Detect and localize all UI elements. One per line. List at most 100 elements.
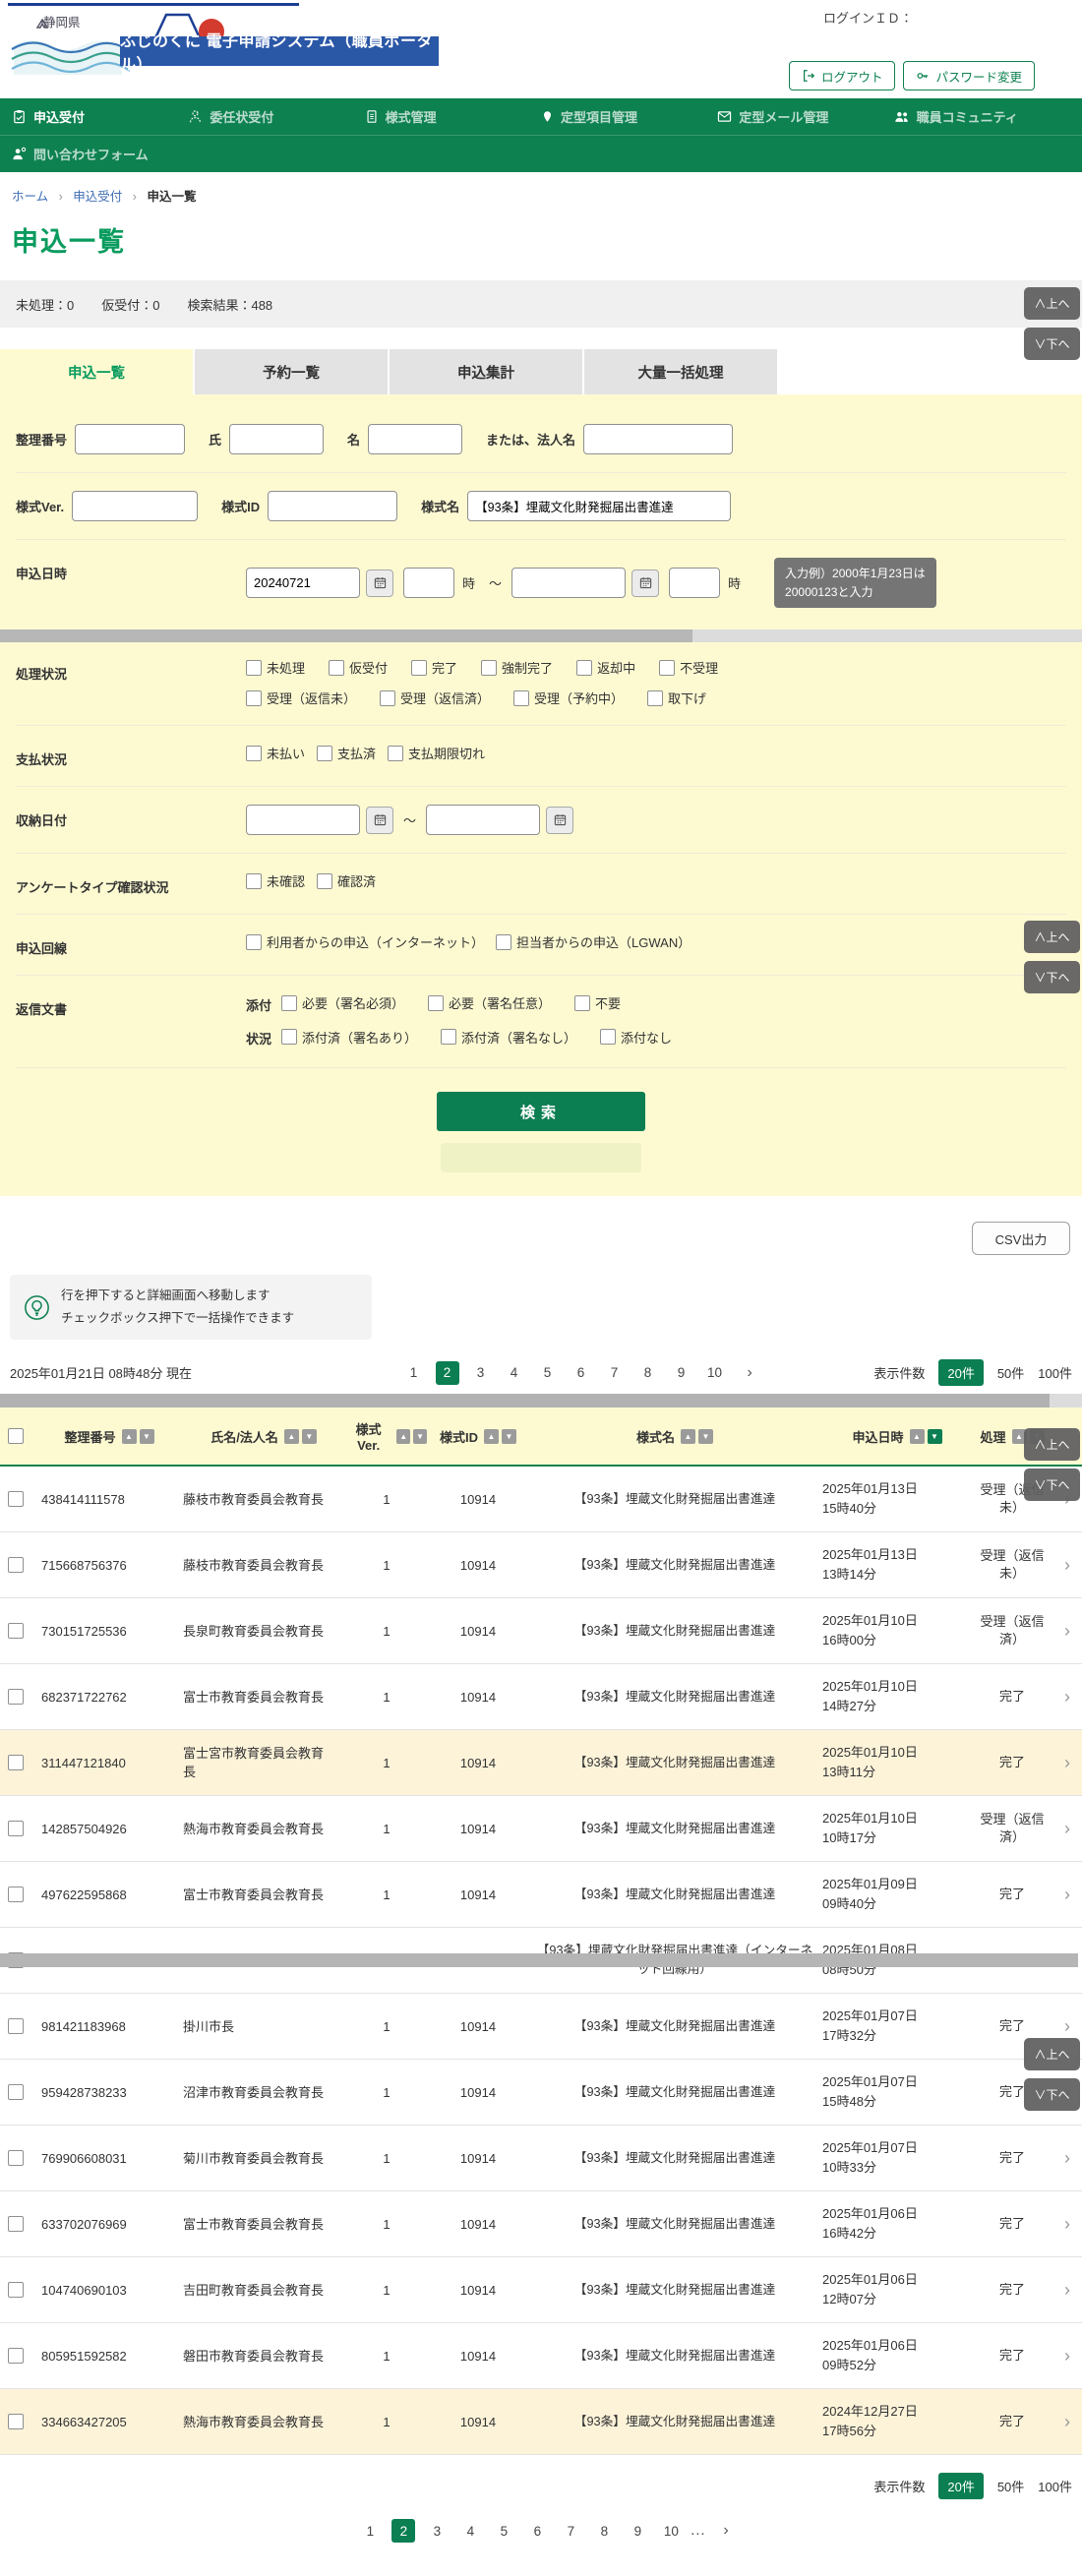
page-button-8[interactable]: 8 xyxy=(636,1361,660,1385)
checkbox[interactable] xyxy=(281,1029,297,1045)
page-button-1[interactable]: 1 xyxy=(402,1361,426,1385)
sort-desc-button[interactable]: ▼ xyxy=(140,1429,154,1444)
nav-item-youshiki-kanri[interactable]: 様式管理 xyxy=(365,107,541,126)
scroll-to-top-button[interactable]: ∧上へ xyxy=(1024,2038,1080,2070)
row-checkbox[interactable] xyxy=(8,2216,24,2232)
checkbox[interactable] xyxy=(481,660,497,676)
page-button-7[interactable]: 7 xyxy=(559,2519,582,2543)
nav-item-toiawase-form[interactable]: 問い合わせフォーム xyxy=(12,145,149,163)
checkbox[interactable] xyxy=(647,690,663,706)
checkbox-option[interactable]: 添付済（署名あり） xyxy=(281,1028,417,1047)
checkbox-option[interactable]: 担当者からの申込（LGWAN） xyxy=(496,932,691,951)
checkbox[interactable] xyxy=(388,746,403,761)
page-button-8[interactable]: 8 xyxy=(592,2519,616,2543)
sort-asc-button[interactable]: ▲ xyxy=(396,1429,410,1444)
checkbox[interactable] xyxy=(329,660,344,676)
scroll-to-bottom-button[interactable]: ∨下へ xyxy=(1024,1468,1080,1501)
checkbox-option[interactable]: 必要（署名任意） xyxy=(428,993,551,1012)
per-page-option-20件[interactable]: 20件 xyxy=(938,1359,983,1386)
checkbox[interactable] xyxy=(246,690,262,706)
checkbox[interactable] xyxy=(496,934,511,950)
row-checkbox[interactable] xyxy=(8,1557,24,1573)
scroll-to-top-button[interactable]: ∧上へ xyxy=(1024,921,1080,953)
row-checkbox[interactable] xyxy=(8,2150,24,2166)
row-checkbox[interactable] xyxy=(8,2018,24,2034)
nav-item-teikei-mail-kanri[interactable]: 定型メール管理 xyxy=(717,107,893,126)
checkbox-option[interactable]: 未払い xyxy=(246,744,305,762)
sort-asc-button[interactable]: ▲ xyxy=(122,1429,137,1444)
row-checkbox[interactable] xyxy=(8,1623,24,1639)
sort-asc-button[interactable]: ▲ xyxy=(910,1429,925,1444)
per-page-option-100件[interactable]: 100件 xyxy=(1038,2477,1072,2495)
page-button-3[interactable]: 3 xyxy=(425,2519,449,2543)
page-button-6[interactable]: 6 xyxy=(525,2519,549,2543)
scroll-to-bottom-button[interactable]: ∨下へ xyxy=(1024,328,1080,360)
youshiki-name-input[interactable] xyxy=(467,491,731,521)
table-row[interactable]: 伊東市教育委員会教育長 【93条】埋蔵文化財発掘届出書進達（インターネット回線用… xyxy=(0,1928,1082,1994)
checkbox-option[interactable]: 支払期限切れ xyxy=(388,744,485,762)
next-page-button[interactable]: › xyxy=(723,2522,728,2540)
checkbox[interactable] xyxy=(411,660,427,676)
sort-desc-button[interactable]: ▼ xyxy=(413,1429,427,1444)
checkbox-option[interactable]: 強制完了 xyxy=(481,658,553,677)
checkbox[interactable] xyxy=(428,995,444,1011)
search-button[interactable]: 検索 xyxy=(437,1092,645,1131)
table-row[interactable]: 311447121840 富士宮市教育委員会教育長 1 10914 【93条】埋… xyxy=(0,1730,1082,1796)
page-button-2[interactable]: 2 xyxy=(391,2519,415,2543)
per-page-option-20件[interactable]: 20件 xyxy=(938,2473,983,2499)
row-checkbox[interactable] xyxy=(8,2348,24,2364)
page-button-10[interactable]: 10 xyxy=(703,1361,727,1385)
checkbox-option[interactable]: 未確認 xyxy=(246,871,305,890)
scroll-to-top-button[interactable]: ∧上へ xyxy=(1024,1428,1080,1461)
apply-date-to-input[interactable] xyxy=(511,568,626,598)
scroll-to-bottom-button[interactable]: ∨下へ xyxy=(1024,2078,1080,2111)
table-row[interactable]: 959428738233 沼津市教育委員会教育長 1 10914 【93条】埋蔵… xyxy=(0,2060,1082,2126)
nav-item-teikei-koumoku-kanri[interactable]: 定型項目管理 xyxy=(541,107,717,126)
checkbox[interactable] xyxy=(574,995,590,1011)
checkbox-option[interactable]: 不受理 xyxy=(659,658,718,677)
table-row[interactable]: 438414111578 藤枝市教育委員会教育長 1 10914 【93条】埋蔵… xyxy=(0,1467,1082,1532)
horizontal-scrollbar[interactable] xyxy=(0,629,1082,642)
row-checkbox[interactable] xyxy=(8,1821,24,1836)
checkbox-option[interactable]: 仮受付 xyxy=(329,658,388,677)
table-row[interactable]: 682371722762 富士市教育委員会教育長 1 10914 【93条】埋蔵… xyxy=(0,1664,1082,1730)
table-row[interactable]: 730151725536 長泉町教育委員会教育長 1 10914 【93条】埋蔵… xyxy=(0,1598,1082,1664)
page-button-4[interactable]: 4 xyxy=(503,1361,526,1385)
shunou-date-from-input[interactable] xyxy=(246,805,360,835)
page-button-5[interactable]: 5 xyxy=(492,2519,515,2543)
per-page-option-100件[interactable]: 100件 xyxy=(1038,1363,1072,1382)
sort-desc-button[interactable]: ▼ xyxy=(502,1429,516,1444)
tab-moushikomi-ichiran[interactable]: 申込一覧 xyxy=(0,349,193,394)
horizontal-scrollbar[interactable] xyxy=(0,1953,1078,1967)
row-checkbox[interactable] xyxy=(8,1491,24,1507)
breadcrumb-home-link[interactable]: ホーム xyxy=(12,190,48,204)
csv-export-button[interactable]: CSV出力 xyxy=(972,1222,1070,1255)
page-button-9[interactable]: 9 xyxy=(670,1361,693,1385)
checkbox-option[interactable]: 確認済 xyxy=(317,871,376,890)
checkbox[interactable] xyxy=(513,690,529,706)
checkbox-option[interactable]: 完了 xyxy=(411,658,457,677)
checkbox[interactable] xyxy=(317,746,332,761)
page-button-4[interactable]: 4 xyxy=(458,2519,482,2543)
checkbox[interactable] xyxy=(441,1029,456,1045)
sort-asc-button[interactable]: ▲ xyxy=(681,1429,695,1444)
table-row[interactable]: 142857504926 熱海市教育委員会教育長 1 10914 【93条】埋蔵… xyxy=(0,1796,1082,1862)
checkbox-option[interactable]: 受理（返信済） xyxy=(380,689,490,707)
table-row[interactable]: 715668756376 藤枝市教育委員会教育長 1 10914 【93条】埋蔵… xyxy=(0,1532,1082,1598)
checkbox-option[interactable]: 添付済（署名なし） xyxy=(441,1028,576,1047)
shunou-date-to-input[interactable] xyxy=(426,805,540,835)
table-row[interactable]: 104740690103 吉田町教育委員会教育長 1 10914 【93条】埋蔵… xyxy=(0,2257,1082,2323)
checkbox-option[interactable]: 利用者からの申込（インターネット） xyxy=(246,932,484,951)
row-checkbox[interactable] xyxy=(8,1689,24,1705)
table-row[interactable]: 769906608031 菊川市教育委員会教育長 1 10914 【93条】埋蔵… xyxy=(0,2126,1082,2191)
sei-input[interactable] xyxy=(229,424,324,454)
checkbox[interactable] xyxy=(576,660,592,676)
nav-item-shokuin-community[interactable]: 職員コミュニティ xyxy=(894,107,1070,126)
checkbox[interactable] xyxy=(246,873,262,889)
checkbox-option[interactable]: 受理（予約中） xyxy=(513,689,624,707)
row-checkbox[interactable] xyxy=(8,2414,24,2429)
per-page-option-50件[interactable]: 50件 xyxy=(997,1363,1024,1382)
calendar-button[interactable] xyxy=(631,569,659,597)
checkbox-option[interactable]: 必要（署名必須） xyxy=(281,993,404,1012)
tab-moushikomi-shukei[interactable]: 申込集計 xyxy=(390,349,582,394)
